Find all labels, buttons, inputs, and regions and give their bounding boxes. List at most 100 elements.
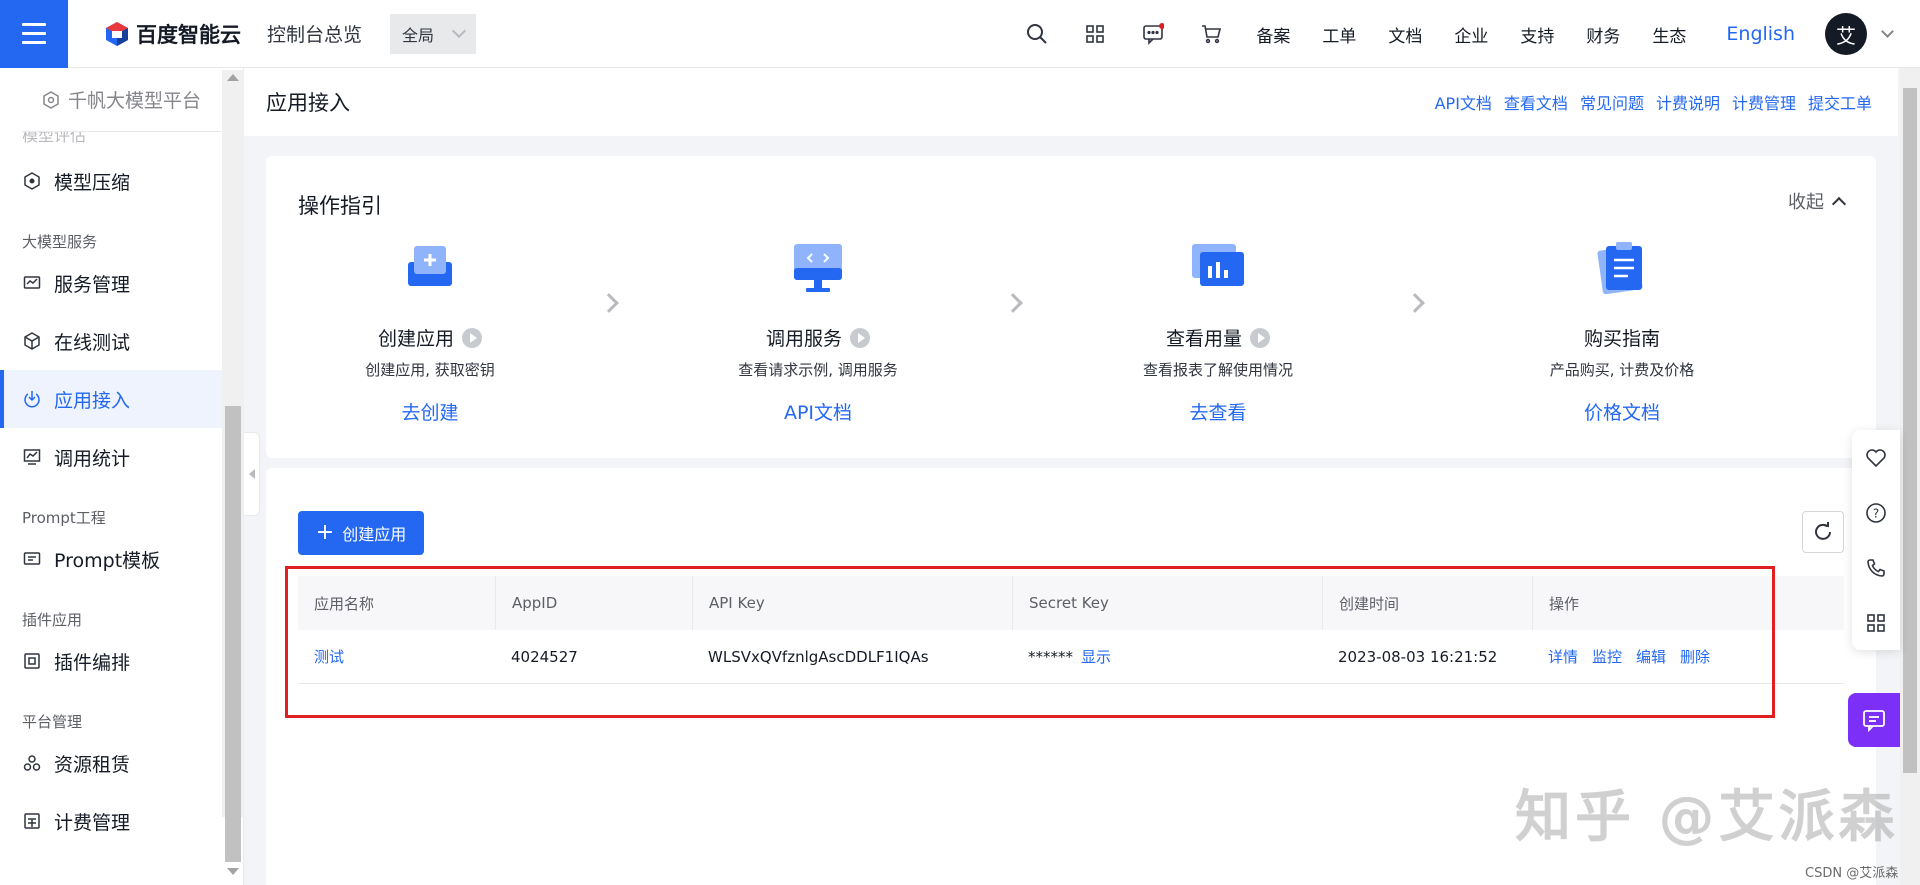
brand-logo[interactable]: 百度智能云 (104, 19, 241, 49)
message-icon[interactable] (1138, 19, 1168, 49)
chevron-right-icon (599, 293, 619, 313)
resource-icon (22, 753, 42, 773)
guide-step-call-service: 调用服务 查看请求示例, 调用服务 API文档 (688, 236, 948, 425)
sidebar-item-label: 模型压缩 (54, 171, 131, 194)
template-icon (22, 549, 42, 569)
nav-support[interactable]: 支持 (1520, 22, 1554, 47)
sidebar-item-label: 调用统计 (54, 447, 131, 470)
nav-ticket[interactable]: 工单 (1322, 22, 1356, 47)
compress-icon (22, 171, 42, 191)
sidebar-menu: 模型评估 模型压缩 大模型服务 服务管理 在线测试 应用接入 调用统计 Prom… (0, 132, 222, 850)
sidebar-item-label: 应用接入 (54, 389, 131, 412)
sidebar-item-plugin-arrange[interactable]: 插件编排 (0, 632, 222, 690)
favorite-icon[interactable] (1852, 430, 1900, 485)
sidebar-group-llm-service: 大模型服务 (22, 233, 98, 251)
sidebar-item-label: 计费管理 (54, 811, 131, 834)
guide-title: 操作指引 (298, 194, 382, 218)
page-scrollbar-thumb[interactable] (1903, 88, 1917, 773)
nav-enterprise[interactable]: 企业 (1454, 22, 1488, 47)
price-doc-link[interactable]: 价格文档 (1492, 398, 1752, 425)
top-navbar: 百度智能云 控制台总览 全局 备案 工单 文档 企业 支持 财务 生态 Engl… (0, 0, 1920, 68)
main-content: 应用接入 API文档 查看文档 常见问题 计费说明 计费管理 提交工单 操作指引… (244, 68, 1898, 885)
play-video-icon[interactable] (462, 327, 482, 348)
refresh-icon (1815, 522, 1831, 540)
page-title: 应用接入 (266, 91, 350, 115)
sidebar-item-online-test[interactable]: 在线测试 (0, 312, 222, 370)
chevron-up-icon (1831, 196, 1847, 211)
help-icon[interactable]: ? (1852, 485, 1900, 540)
avatar[interactable]: 艾 (1825, 13, 1867, 55)
go-view-link[interactable]: 去查看 (1088, 398, 1348, 425)
create-app-button[interactable]: + 创建应用 (298, 511, 424, 555)
cart-icon[interactable] (1196, 19, 1226, 49)
play-video-icon[interactable] (1250, 327, 1270, 348)
step-desc: 查看报表了解使用情况 (1142, 361, 1293, 379)
step-desc: 产品购买, 计费及价格 (1549, 361, 1695, 379)
submit-ticket-link[interactable]: 提交工单 (1808, 90, 1872, 114)
guide-step-create-app: 创建应用 创建应用, 获取密钥 去创建 (300, 236, 560, 425)
hamburger-menu-button[interactable] (0, 0, 68, 68)
guide-step-view-usage: 查看用量 查看报表了解使用情况 去查看 (1088, 236, 1348, 425)
nav-ecosystem[interactable]: 生态 (1652, 22, 1686, 47)
zhihu-watermark: 知乎 @艾派森 (1515, 785, 1899, 850)
hexagon-icon (43, 90, 59, 109)
chevron-left-icon (248, 469, 255, 479)
sidebar-item-prompt-template[interactable]: Prompt模板 (0, 530, 222, 588)
step-name: 购买指南 (1583, 328, 1660, 350)
language-switch[interactable]: English (1726, 23, 1795, 45)
step-name: 创建应用 (377, 328, 454, 350)
go-create-link[interactable]: 去创建 (300, 398, 560, 425)
api-doc-step-link[interactable]: API文档 (688, 398, 948, 425)
sidebar-group-prompt: Prompt工程 (22, 509, 106, 527)
billing-info-link[interactable]: 计费说明 (1656, 90, 1720, 114)
chevron-right-icon (1405, 293, 1425, 313)
billing-icon (22, 811, 42, 831)
play-video-icon[interactable] (850, 327, 870, 348)
guide-collapse-button[interactable]: 收起 (1788, 188, 1847, 214)
sidebar-item-call-stats[interactable]: 调用统计 (0, 428, 222, 486)
sidebar-item-label: 资源租赁 (54, 753, 131, 776)
region-scope-select[interactable]: 全局 (390, 13, 477, 54)
step-desc: 查看请求示例, 调用服务 (738, 361, 898, 379)
view-doc-link[interactable]: 查看文档 (1504, 90, 1568, 114)
scope-value: 全局 (402, 25, 435, 45)
csdn-credit: CSDN @艾派森 (1805, 866, 1899, 881)
api-doc-link[interactable]: API文档 (1435, 90, 1492, 114)
plus-icon: + (315, 520, 335, 545)
billing-manage-link[interactable]: 计费管理 (1732, 90, 1796, 114)
grid-apps-icon[interactable] (1852, 595, 1900, 650)
nav-finance[interactable]: 财务 (1586, 22, 1620, 47)
scroll-down-arrow-icon[interactable] (227, 868, 239, 875)
stats-icon (22, 447, 42, 467)
nav-docs[interactable]: 文档 (1388, 22, 1422, 47)
operation-guide-card: 操作指引 收起 创建应用 创建应用, 获取密钥 去创建 调用服务 查看请求示例,… (266, 156, 1876, 458)
console-overview-link[interactable]: 控制台总览 (267, 20, 362, 47)
sidebar-item-label: 服务管理 (54, 273, 131, 296)
step-name: 调用服务 (765, 328, 842, 350)
scroll-up-arrow-icon[interactable] (227, 74, 239, 81)
sidebar-collapse-toggle[interactable] (244, 432, 260, 516)
floating-toolbar: ? (1852, 430, 1900, 650)
sidebar-item-billing[interactable]: 计费管理 (0, 792, 222, 850)
sidebar-item-service-manage[interactable]: 服务管理 (0, 254, 222, 312)
sidebar-item-label: Prompt模板 (54, 549, 161, 572)
search-icon[interactable] (1022, 19, 1052, 49)
sidebar-scrollbar-thumb[interactable] (225, 406, 241, 862)
baidu-cloud-logo-icon (106, 21, 128, 46)
grid-apps-icon[interactable] (1080, 19, 1110, 49)
sidebar-item-model-compress[interactable]: 模型压缩 (0, 152, 222, 210)
sidebar-item-app-access[interactable]: 应用接入 (0, 370, 222, 428)
chevron-down-icon[interactable] (1881, 24, 1894, 38)
step-name: 查看用量 (1165, 328, 1242, 350)
nav-beian[interactable]: 备案 (1256, 22, 1290, 47)
guide-step-purchase-guide: 购买指南 产品购买, 计费及价格 价格文档 (1492, 236, 1752, 425)
chat-support-button[interactable] (1848, 693, 1900, 747)
platform-switcher[interactable]: 千帆大模型平台 (22, 68, 221, 132)
sidebar-item-label: 在线测试 (54, 331, 131, 354)
sidebar-group-plugin: 插件应用 (22, 611, 83, 629)
sidebar-item-resource-lease[interactable]: 资源租赁 (0, 734, 222, 792)
refresh-button[interactable] (1802, 511, 1844, 553)
sidebar-item-model-eval[interactable]: 模型评估 (0, 132, 222, 152)
faq-link[interactable]: 常见问题 (1580, 90, 1644, 114)
phone-icon[interactable] (1852, 540, 1900, 595)
